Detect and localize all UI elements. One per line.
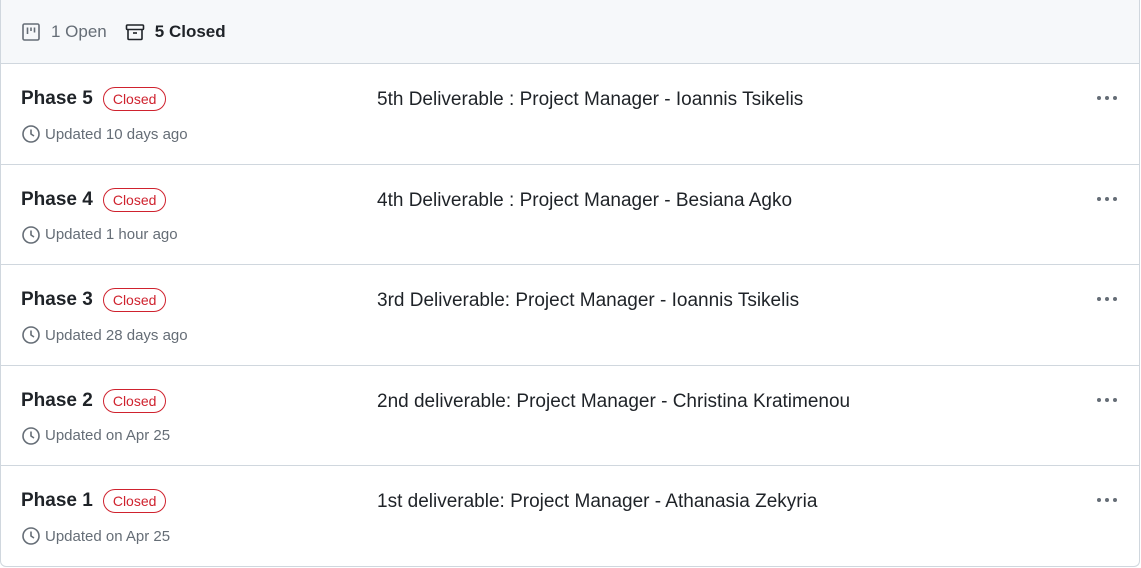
milestone-description: 3rd Deliverable: Project Manager - Ioann… bbox=[377, 290, 800, 311]
more-options-button[interactable] bbox=[1093, 187, 1121, 209]
milestone-row: Phase 5 Closed Updated 10 days ago 5th D… bbox=[1, 64, 1139, 165]
milestone-row: Phase 2 Closed Updated on Apr 25 2nd del… bbox=[1, 366, 1139, 466]
milestone-description: 2nd deliverable: Project Manager - Chris… bbox=[377, 390, 851, 412]
milestone-row: Phase 1 Closed Updated on Apr 25 1st del… bbox=[1, 466, 1139, 566]
clock-icon bbox=[21, 526, 41, 546]
project-board-icon bbox=[21, 22, 41, 42]
closed-filter-tab[interactable]: 5 Closed bbox=[123, 22, 226, 42]
more-options-button[interactable] bbox=[1093, 86, 1121, 108]
milestone-list: Phase 5 Closed Updated 10 days ago 5th D… bbox=[1, 64, 1139, 566]
milestone-title[interactable]: Phase 1 bbox=[21, 490, 93, 512]
closed-status-badge: Closed bbox=[102, 288, 167, 312]
milestone-title[interactable]: Phase 2 bbox=[21, 390, 93, 412]
more-options-button[interactable] bbox=[1093, 388, 1121, 410]
closed-status-badge: Closed bbox=[102, 187, 167, 212]
more-options-button[interactable] bbox=[1093, 287, 1121, 309]
milestone-title[interactable]: Phase 5 bbox=[21, 88, 93, 110]
milestones-panel: 1 Open 5 Closed Phase 5 Closed Updated 1… bbox=[0, 0, 1140, 567]
milestone-title[interactable]: Phase 4 bbox=[21, 189, 93, 211]
closed-status-badge: Closed bbox=[102, 489, 167, 513]
kebab-horizontal-icon bbox=[1096, 189, 1118, 207]
milestone-description: 4th Deliverable : Project Manager - Besi… bbox=[377, 189, 793, 211]
milestone-row: Phase 4 Closed Updated 1 hour ago 4th De… bbox=[1, 165, 1139, 265]
open-filter-tab[interactable]: 1 Open bbox=[21, 22, 107, 42]
closed-status-badge: Closed bbox=[102, 87, 167, 111]
kebab-horizontal-icon bbox=[1096, 490, 1118, 508]
milestone-description: 1st deliverable: Project Manager - Athan… bbox=[377, 491, 818, 512]
kebab-horizontal-icon bbox=[1096, 88, 1118, 106]
milestone-title[interactable]: Phase 3 bbox=[21, 289, 93, 311]
milestone-description: 5th Deliverable : Project Manager - Ioan… bbox=[377, 89, 804, 110]
milestone-updated-text: Updated 28 days ago bbox=[45, 326, 188, 344]
milestone-updated-text: Updated 10 days ago bbox=[45, 125, 188, 143]
clock-icon bbox=[21, 325, 41, 345]
more-options-button[interactable] bbox=[1093, 488, 1121, 510]
milestone-updated-text: Updated on Apr 25 bbox=[45, 527, 171, 545]
closed-status-badge: Closed bbox=[102, 388, 167, 413]
open-filter-label: 1 Open bbox=[51, 21, 107, 41]
kebab-horizontal-icon bbox=[1096, 390, 1118, 408]
closed-filter-label: 5 Closed bbox=[154, 21, 226, 41]
clock-icon bbox=[21, 225, 41, 245]
milestones-filter-bar: 1 Open 5 Closed bbox=[1, 0, 1139, 64]
clock-icon bbox=[21, 124, 41, 144]
milestone-row: Phase 3 Closed Updated 28 days ago 3rd D… bbox=[1, 265, 1139, 366]
milestone-updated-text: Updated on Apr 25 bbox=[45, 427, 171, 444]
archive-icon bbox=[125, 22, 145, 42]
milestone-updated-text: Updated 1 hour ago bbox=[45, 226, 178, 243]
kebab-horizontal-icon bbox=[1096, 289, 1118, 307]
clock-icon bbox=[21, 426, 41, 446]
